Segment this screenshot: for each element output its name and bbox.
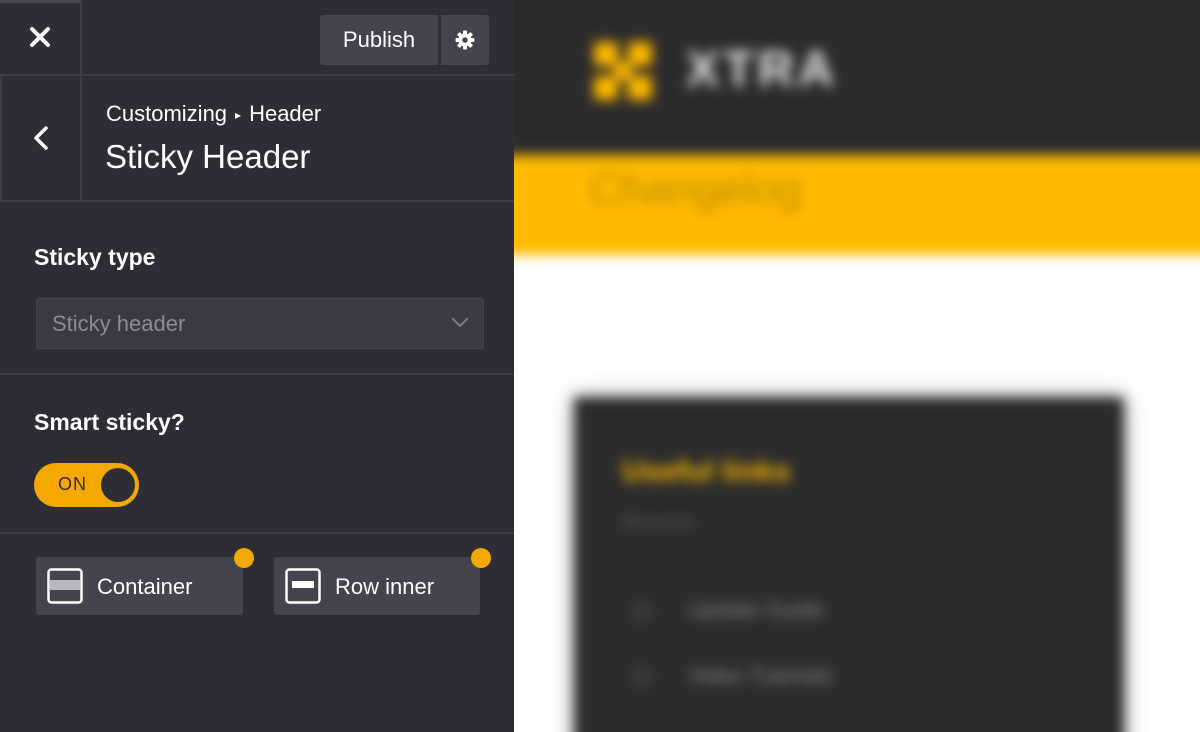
sticky-type-select[interactable]: Sticky header [36, 298, 484, 349]
section-divider [0, 373, 514, 375]
sticky-type-label: Sticky type [34, 244, 156, 270]
gear-icon [455, 30, 475, 50]
breadcrumb-separator: ▸ [235, 108, 242, 122]
preview-blurred-content: XTRA Changelog Useful links Resources Up… [514, 0, 1200, 732]
site-preview[interactable]: XTRA Changelog Useful links Resources Up… [514, 0, 1200, 732]
chevron-left-icon [33, 125, 49, 151]
preview-links-card: Useful links Resources Update Guide Vide… [574, 397, 1124, 732]
container-tab-label: Container [97, 574, 193, 599]
section-divider [0, 532, 514, 534]
close-icon [29, 26, 51, 48]
smart-sticky-label: Smart sticky? [34, 409, 185, 435]
row-inner-icon [285, 568, 321, 604]
preview-yellow-band: Changelog [514, 155, 1200, 255]
chevron-down-icon [451, 316, 469, 334]
publish-button[interactable]: Publish [320, 15, 438, 65]
back-button[interactable] [0, 76, 82, 200]
publish-button-label: Publish [342, 27, 416, 52]
customizer-sidebar: Publish Customizing ▸ Header Sticky Head… [0, 0, 514, 732]
container-icon [47, 568, 83, 604]
preview-site-header: XTRA [514, 0, 1200, 155]
preview-card-item: Update Guide [634, 597, 824, 623]
section-title: Sticky Header [105, 138, 311, 175]
close-button[interactable] [0, 0, 82, 74]
modified-indicator-dot [471, 548, 491, 568]
toggle-state-text: ON [58, 474, 87, 494]
toggle-knob [101, 468, 135, 502]
modified-indicator-dot [234, 548, 254, 568]
breadcrumb-item-header: Header [249, 101, 322, 126]
bullet-icon [634, 603, 650, 620]
preview-logo-text: XTRA [686, 41, 839, 97]
xtra-logo-icon [594, 42, 652, 100]
customizer-top-bar: Publish [0, 0, 514, 76]
customizer-window: Publish Customizing ▸ Header Sticky Head… [0, 0, 1200, 732]
preview-card-title: Useful links [622, 455, 791, 488]
section-header: Customizing ▸ Header Sticky Header [0, 76, 514, 202]
preview-card-item: Video Tutorials [634, 663, 833, 689]
preview-band-text: Changelog [589, 165, 802, 214]
row-inner-tab-button[interactable]: Row inner [274, 548, 491, 615]
breadcrumb-item-customizing: Customizing [106, 101, 228, 126]
preview-card-subtitle: Resources [622, 514, 694, 531]
breadcrumb: Customizing ▸ Header [106, 101, 321, 127]
container-tab-button[interactable]: Container [36, 548, 254, 615]
sticky-type-value: Sticky header [52, 311, 186, 336]
row-inner-tab-label: Row inner [335, 574, 435, 599]
bullet-icon [634, 669, 650, 686]
settings-button[interactable] [441, 15, 489, 65]
smart-sticky-toggle[interactable]: ON [34, 463, 139, 507]
